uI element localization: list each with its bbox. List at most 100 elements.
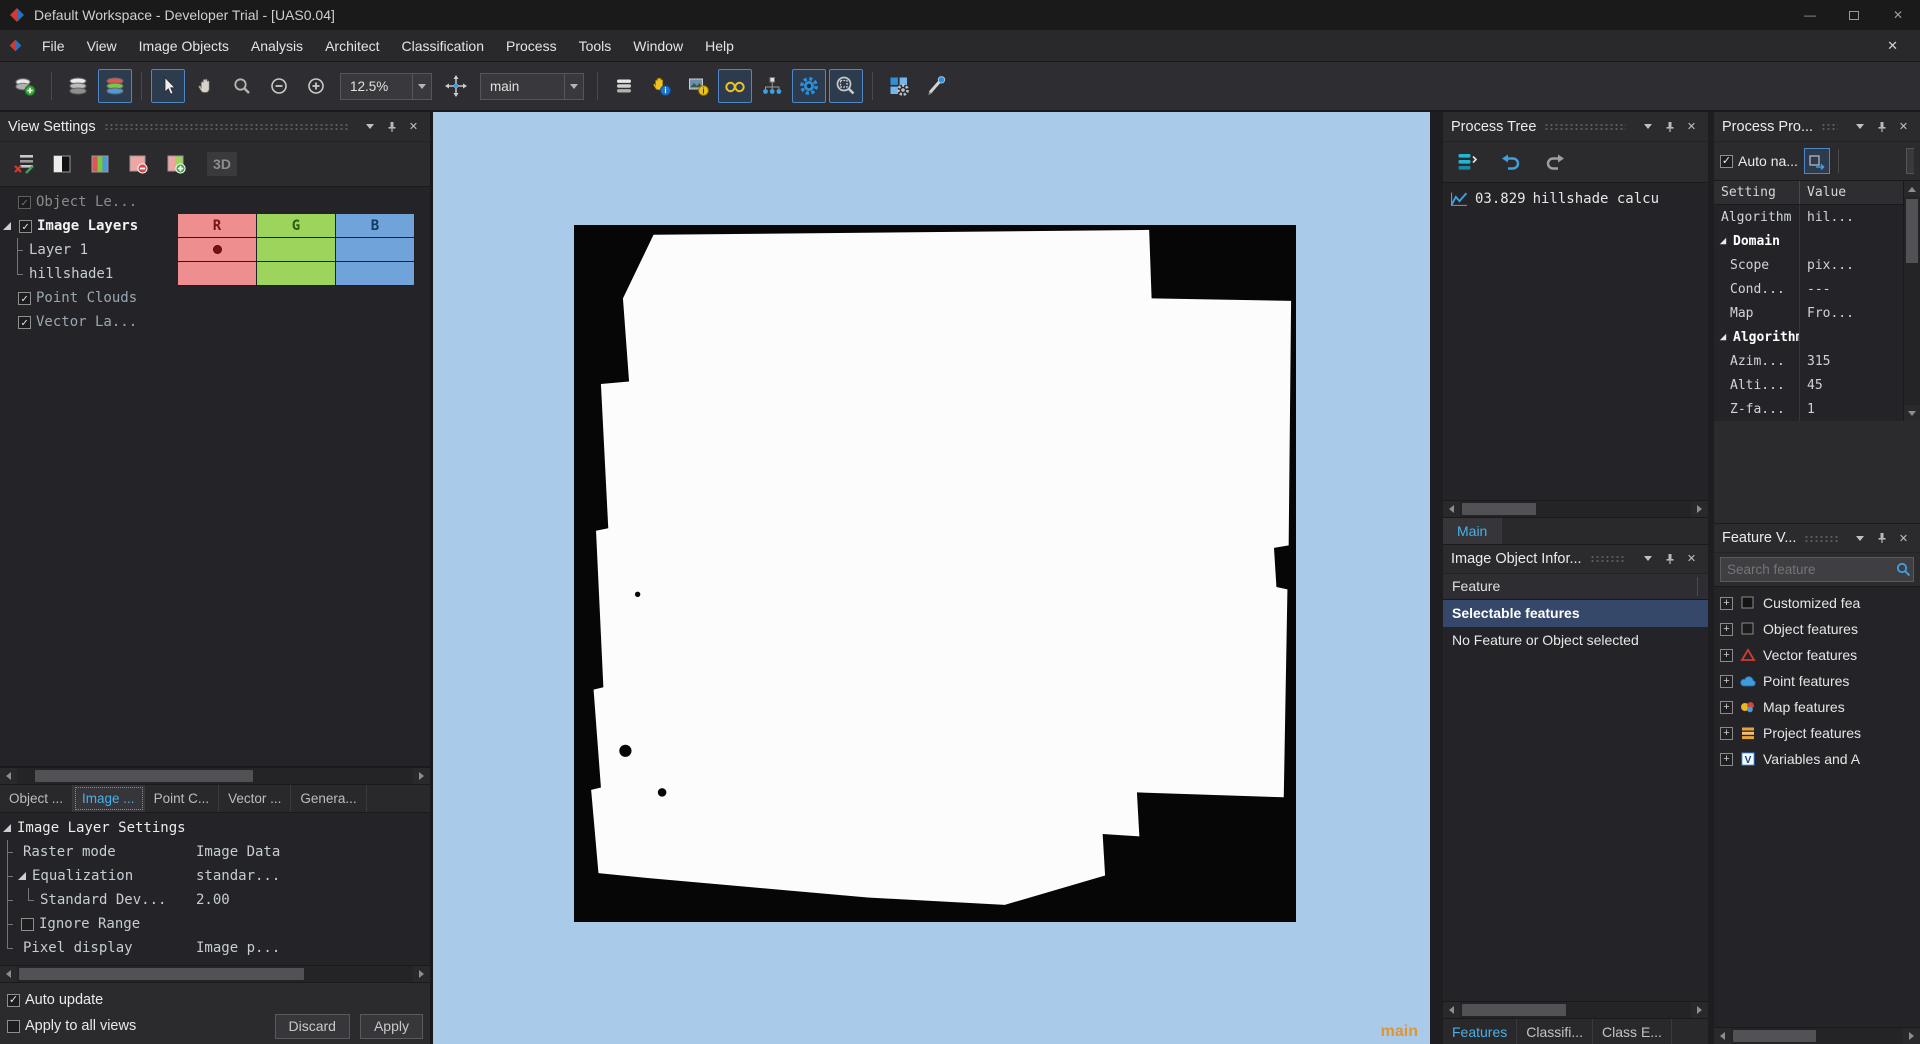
band-header-g[interactable]: G	[257, 214, 336, 238]
feature-column-header[interactable]: Feature	[1443, 573, 1708, 600]
scroll-track[interactable]	[17, 966, 413, 982]
tree-row-layer1[interactable]: Layer 1	[0, 238, 430, 262]
pan-tool-button[interactable]	[188, 69, 222, 103]
hillshade-band-b-cell[interactable]	[336, 262, 415, 286]
scroll-down-button[interactable]	[1904, 405, 1920, 421]
setting-row-standard-dev[interactable]: Standard Dev... 2.00	[0, 888, 430, 912]
panel-divider[interactable]	[1430, 112, 1443, 1044]
band-header-r[interactable]: R	[178, 214, 257, 238]
pin-button[interactable]	[1873, 532, 1890, 544]
close-button[interactable]: ✕	[1876, 0, 1920, 30]
pin-button[interactable]	[1661, 121, 1678, 133]
property-row[interactable]: Azim... 315	[1714, 349, 1903, 373]
expander-icon[interactable]	[18, 872, 26, 880]
expander-icon[interactable]	[1719, 237, 1727, 245]
menu-view[interactable]: View	[76, 33, 128, 59]
scroll-left-button[interactable]	[1443, 1002, 1460, 1018]
menu-file[interactable]: File	[31, 33, 76, 59]
close-panel-button[interactable]: ✕	[1683, 552, 1700, 565]
setting-row-ignore-range[interactable]: Ignore Range	[0, 912, 430, 936]
rgb-layer-button[interactable]	[86, 150, 114, 178]
process-tree-body[interactable]: 03.829 hillshade calcu	[1443, 182, 1708, 500]
tree-row-vector-layers[interactable]: Vector La...	[0, 310, 430, 334]
scroll-track[interactable]	[1460, 1002, 1691, 1018]
tree-row-object-levels[interactable]: Object Le...	[0, 190, 430, 214]
expander-icon[interactable]	[3, 222, 11, 230]
feature-row-none-selected[interactable]: No Feature or Object selected	[1443, 626, 1708, 654]
property-row[interactable]: Alti... 45	[1714, 373, 1903, 397]
edit-vector-button[interactable]	[919, 69, 953, 103]
vector-layers-checkbox[interactable]	[18, 315, 31, 329]
layer1-band-b-cell[interactable]	[336, 238, 415, 262]
close-panel-button[interactable]: ✕	[1895, 532, 1912, 545]
scroll-thumb[interactable]	[1906, 199, 1918, 263]
scroll-right-button[interactable]	[413, 966, 430, 982]
panel-menu-button[interactable]	[361, 124, 378, 129]
scroll-track[interactable]	[1731, 1028, 1903, 1044]
view-layout-button[interactable]	[607, 69, 641, 103]
scroll-thumb[interactable]	[1462, 502, 1536, 515]
settings-hscrollbar[interactable]	[0, 965, 430, 982]
menu-classification[interactable]: Classification	[391, 33, 495, 59]
hillshade-band-r-cell[interactable]	[178, 262, 257, 286]
image-info-button[interactable]: i	[681, 69, 715, 103]
expand-plus-icon[interactable]	[1720, 622, 1733, 636]
band-header-b[interactable]: B	[336, 214, 415, 238]
discard-button[interactable]: Discard	[274, 1013, 350, 1039]
tree-row-point-clouds[interactable]: Point Clouds	[0, 286, 430, 310]
process-tree-item[interactable]: 03.829 hillshade calcu	[1443, 187, 1708, 211]
zoom-tool-button[interactable]	[225, 69, 259, 103]
menu-window[interactable]: Window	[622, 33, 694, 59]
scroll-thumb[interactable]	[1733, 1030, 1816, 1042]
scroll-left-button[interactable]	[0, 768, 17, 784]
process-tree-hscrollbar[interactable]	[1443, 499, 1708, 517]
manage-data-button[interactable]	[882, 69, 916, 103]
property-row[interactable]: Z-fa... 1	[1714, 397, 1903, 421]
setting-column-header[interactable]: Setting	[1714, 181, 1800, 204]
tab-class-evaluation[interactable]: Class E...	[1593, 1019, 1672, 1044]
menu-tools[interactable]: Tools	[568, 33, 623, 59]
map-select-arrow[interactable]	[564, 73, 583, 99]
process-list-button[interactable]	[1453, 148, 1481, 176]
scroll-thumb[interactable]	[1462, 1004, 1566, 1016]
property-row[interactable]: Map Fro...	[1714, 301, 1903, 325]
image-object-info-hscrollbar[interactable]	[1443, 1001, 1708, 1018]
layer1-band-r-cell[interactable]	[178, 238, 257, 262]
ignore-range-checkbox[interactable]	[21, 917, 34, 931]
grayscale-layer-button[interactable]	[48, 150, 76, 178]
tab-point-cloud[interactable]: Point C...	[145, 785, 220, 812]
zoom-out-button[interactable]	[262, 69, 296, 103]
value-column-header[interactable]: Value	[1800, 181, 1903, 204]
panel-menu-button[interactable]	[1851, 535, 1868, 541]
zoom-region-button[interactable]	[829, 69, 863, 103]
scroll-thumb[interactable]	[19, 968, 305, 980]
undo-button[interactable]	[1497, 148, 1525, 176]
zoom-select-arrow[interactable]	[412, 73, 431, 99]
point-clouds-checkbox[interactable]	[18, 291, 31, 305]
scroll-right-button[interactable]	[1691, 501, 1708, 517]
menu-help[interactable]: Help	[694, 33, 745, 59]
scroll-up-button[interactable]	[1904, 181, 1920, 197]
expander-icon[interactable]	[3, 824, 11, 832]
feature-item-vector[interactable]: Vector features	[1714, 642, 1920, 668]
close-panel-button[interactable]: ✕	[405, 120, 422, 133]
tree-row-hillshade[interactable]: hillshade1	[0, 262, 430, 286]
scroll-left-button[interactable]	[1443, 501, 1460, 517]
remove-layer-button[interactable]	[124, 150, 152, 178]
pin-button[interactable]	[383, 121, 400, 133]
tab-image[interactable]: Image ...	[73, 785, 145, 812]
apply-button[interactable]: Apply	[359, 1013, 423, 1039]
cursor-tool-button[interactable]	[151, 69, 185, 103]
view-settings-button[interactable]	[792, 69, 826, 103]
scroll-right-button[interactable]	[1691, 1002, 1708, 1018]
3d-view-button[interactable]: 3D	[206, 151, 238, 177]
auto-name-checkbox[interactable]	[1720, 154, 1733, 168]
panel-menu-button[interactable]	[1639, 124, 1656, 129]
navigate-button[interactable]	[439, 69, 473, 103]
layer-stack-button[interactable]	[61, 69, 95, 103]
tree-row-image-layers[interactable]: Image Layers R G B	[0, 214, 430, 238]
tab-main[interactable]: Main	[1443, 517, 1503, 544]
rename-process-button[interactable]	[1803, 148, 1830, 174]
feature-item-customized[interactable]: Customized fea	[1714, 590, 1920, 616]
zoom-level-select[interactable]: 12.5%	[340, 72, 432, 100]
